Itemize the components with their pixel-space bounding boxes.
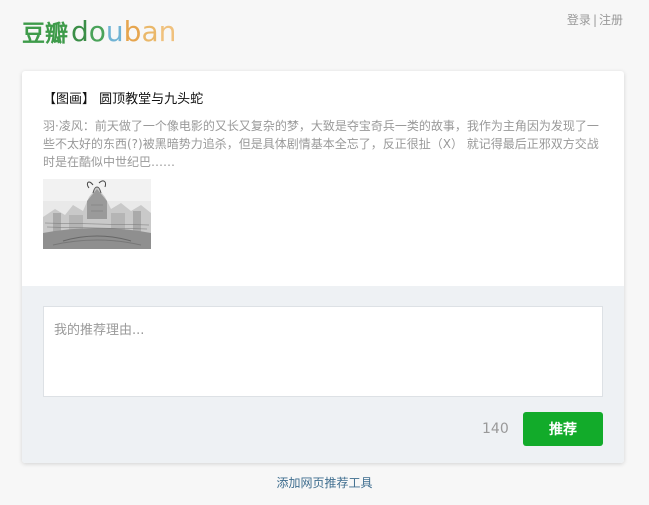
recommend-form: 140 推荐 xyxy=(22,286,624,463)
char-counter: 140 xyxy=(482,421,509,437)
register-link[interactable]: 注册 xyxy=(599,13,623,27)
login-link[interactable]: 登录 xyxy=(567,13,591,27)
recommend-reason-input[interactable] xyxy=(43,306,603,397)
share-card: 【图画】 圆顶教堂与九头蛇 羽·凌风：前天做了一个像电影的又长又复杂的梦，大致是… xyxy=(22,71,624,463)
footer-links: 添加网页推荐工具 xyxy=(0,474,649,491)
share-title: 【图画】 圆顶教堂与九头蛇 xyxy=(43,92,204,107)
share-description: 羽·凌风：前天做了一个像电影的又长又复杂的梦，大致是夺宝奇兵一类的故事，我作为主… xyxy=(43,119,599,169)
account-links: 登录 | 注册 xyxy=(567,11,623,28)
logo-english-text: douban xyxy=(71,15,177,48)
cathedral-sketch-thumbnail xyxy=(43,179,151,249)
logo-chinese-text: 豆瓣 xyxy=(22,21,68,47)
recommend-button[interactable]: 推荐 xyxy=(523,412,603,446)
douban-logo[interactable]: 豆瓣 douban xyxy=(22,14,176,48)
share-preview: 【图画】 圆顶教堂与九头蛇 羽·凌风：前天做了一个像电影的又长又复杂的梦，大致是… xyxy=(22,71,624,286)
add-share-tool-link[interactable]: 添加网页推荐工具 xyxy=(276,476,372,490)
link-separator: | xyxy=(592,13,597,27)
